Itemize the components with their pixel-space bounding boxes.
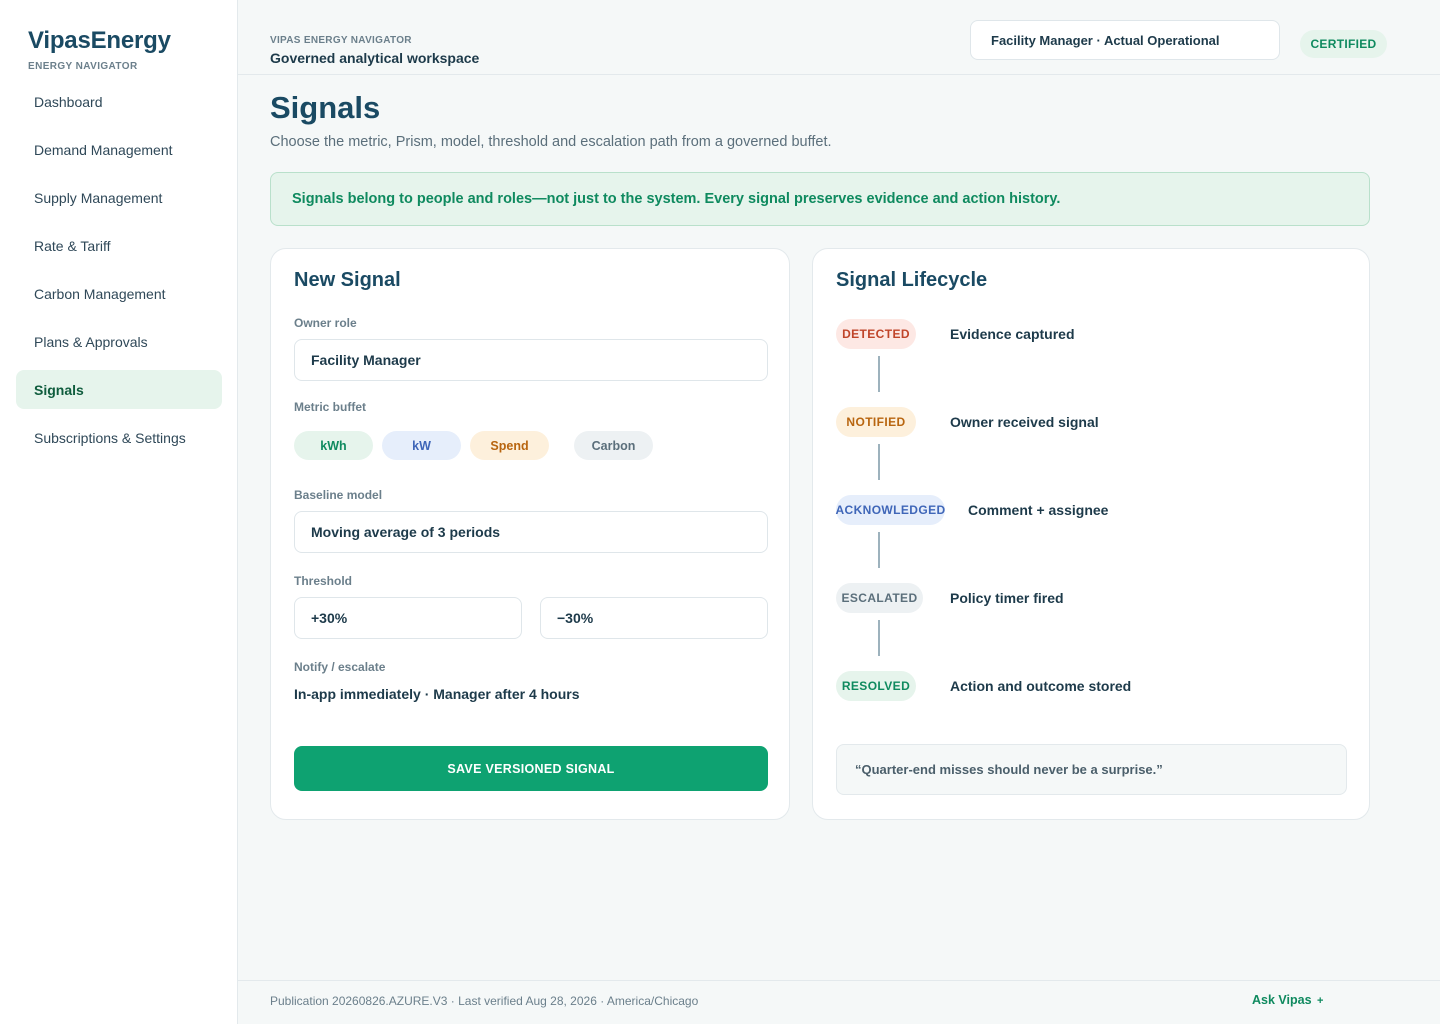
lifecycle-connector <box>878 620 880 656</box>
lifecycle-connector <box>878 444 880 480</box>
sidebar-item-rate-tariff[interactable]: Rate & Tariff <box>16 226 222 265</box>
brand: VipasEnergy ENERGY NAVIGATOR <box>28 27 171 72</box>
sidebar-item-supply-management[interactable]: Supply Management <box>16 178 222 217</box>
sidebar-item-carbon-management[interactable]: Carbon Management <box>16 274 222 313</box>
signal-lifecycle-card: Signal Lifecycle DETECTED Evidence captu… <box>812 248 1370 820</box>
metric-chip-kwh[interactable]: kWh <box>294 431 373 460</box>
brand-logo-text[interactable]: VipasEnergy <box>28 27 171 55</box>
lifecycle-badge-notified: NOTIFIED <box>836 407 916 437</box>
lifecycle-badge-resolved: RESOLVED <box>836 671 916 701</box>
baseline-model-label: Baseline model <box>294 488 383 502</box>
metric-chip-kw[interactable]: kW <box>382 431 461 460</box>
brand-subtitle: ENERGY NAVIGATOR <box>28 61 138 72</box>
info-banner: Signals belong to people and roles—not j… <box>270 172 1370 226</box>
footer: Publication 20260826.AZURE.V3 · Last ver… <box>238 980 1440 1024</box>
baseline-model-field[interactable]: Moving average of 3 periods <box>294 511 768 553</box>
header-title: Governed analytical workspace <box>270 50 480 66</box>
metric-chip-spend[interactable]: Spend <box>470 431 549 460</box>
top-header: VIPAS ENERGY NAVIGATOR Governed analytic… <box>238 0 1440 75</box>
lifecycle-badge-detected: DETECTED <box>836 319 916 349</box>
save-versioned-signal-button[interactable]: SAVE VERSIONED SIGNAL <box>294 746 768 791</box>
lifecycle-badge-escalated: ESCALATED <box>836 583 923 613</box>
threshold-upper-field[interactable]: +30% <box>294 597 522 639</box>
owner-role-field[interactable]: Facility Manager <box>294 339 768 381</box>
metric-buffet-label: Metric buffet <box>294 400 366 414</box>
owner-role-label: Owner role <box>294 316 357 330</box>
sidebar: VipasEnergy ENERGY NAVIGATOR Dashboard D… <box>0 0 238 1024</box>
publication-info: Publication 20260826.AZURE.V3 · Last ver… <box>270 994 699 1008</box>
lifecycle-text-escalated: Policy timer fired <box>950 590 1064 606</box>
ask-vipas-link[interactable]: Ask Vipas + <box>1252 993 1323 1007</box>
notify-escalate-value: In-app immediately · Manager after 4 hou… <box>294 686 580 702</box>
sidebar-item-subscriptions-settings[interactable]: Subscriptions & Settings <box>16 418 222 457</box>
lifecycle-text-detected: Evidence captured <box>950 326 1075 342</box>
sidebar-item-plans-approvals[interactable]: Plans & Approvals <box>16 322 222 361</box>
metric-chip-carbon[interactable]: Carbon <box>574 431 653 460</box>
lifecycle-text-acknowledged: Comment + assignee <box>968 502 1109 518</box>
lifecycle-badge-acknowledged: ACKNOWLEDGED <box>835 495 945 525</box>
threshold-lower-field[interactable]: −30% <box>540 597 768 639</box>
sidebar-item-demand-management[interactable]: Demand Management <box>16 130 222 169</box>
header-eyebrow: VIPAS ENERGY NAVIGATOR <box>270 35 412 46</box>
certified-badge: CERTIFIED <box>1300 30 1387 58</box>
plus-icon: + <box>1317 995 1324 1007</box>
new-signal-card: New Signal Owner role Facility Manager M… <box>270 248 790 820</box>
lifecycle-connector <box>878 532 880 568</box>
ask-vipas-label: Ask Vipas <box>1252 993 1312 1007</box>
sidebar-item-signals[interactable]: Signals <box>16 370 222 409</box>
sidebar-nav: Dashboard Demand Management Supply Manag… <box>16 82 222 466</box>
page-subtitle: Choose the metric, Prism, model, thresho… <box>270 134 832 150</box>
signal-lifecycle-title: Signal Lifecycle <box>836 269 988 291</box>
lifecycle-quote: “Quarter-end misses should never be a su… <box>836 744 1347 795</box>
lifecycle-text-notified: Owner received signal <box>950 414 1099 430</box>
lifecycle-text-resolved: Action and outcome stored <box>950 678 1132 694</box>
page-title: Signals <box>270 90 381 125</box>
lifecycle-connector <box>878 356 880 392</box>
threshold-label: Threshold <box>294 574 353 588</box>
notify-escalate-label: Notify / escalate <box>294 660 386 674</box>
sidebar-item-dashboard[interactable]: Dashboard <box>16 82 222 121</box>
new-signal-title: New Signal <box>294 269 401 291</box>
role-selector[interactable]: Facility Manager · Actual Operational <box>970 20 1280 60</box>
